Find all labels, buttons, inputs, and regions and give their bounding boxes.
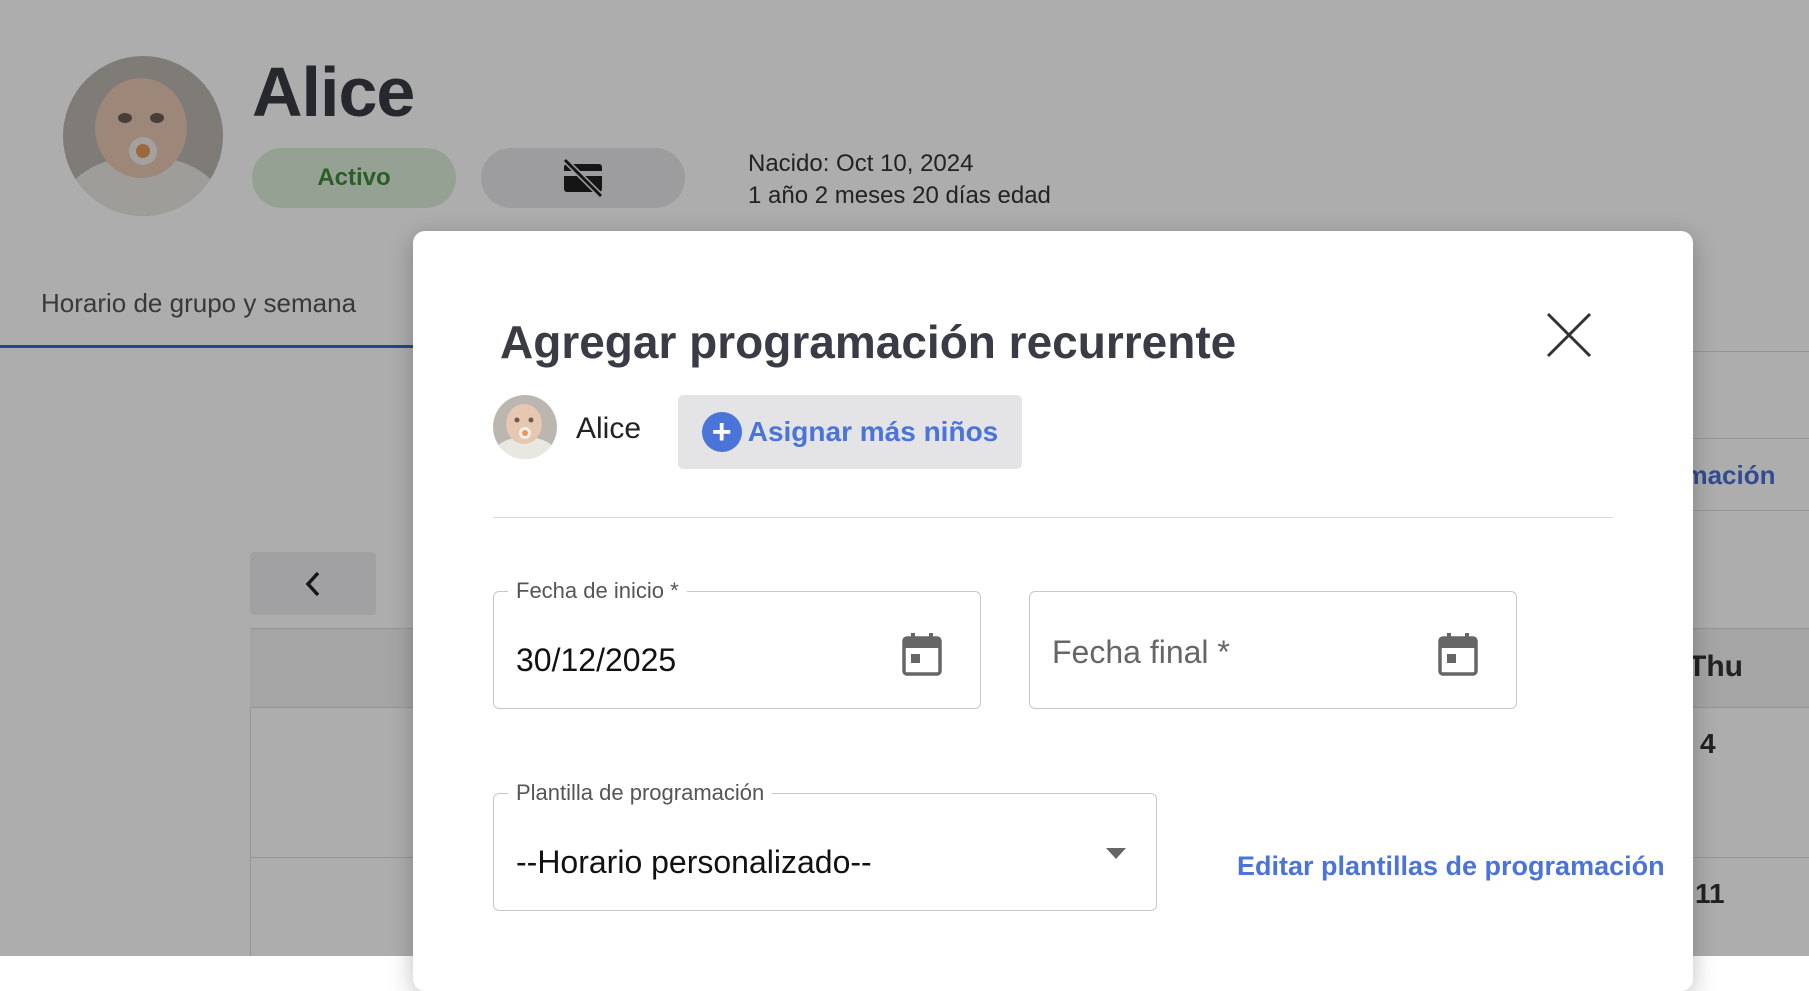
plus-circle-icon: + xyxy=(701,412,742,452)
start-date-label: Fecha de inicio * xyxy=(508,578,687,604)
recurring-schedule-dialog: Agregar programación recurrente Alice + … xyxy=(413,231,1693,991)
end-date-field[interactable]: Fecha final * xyxy=(1029,591,1517,709)
calendar-icon[interactable] xyxy=(902,632,942,676)
schedule-template-select[interactable]: Plantilla de programación --Horario pers… xyxy=(493,780,1157,911)
schedule-template-label: Plantilla de programación xyxy=(508,780,773,806)
edit-schedule-templates-link[interactable]: Editar plantillas de programación xyxy=(1237,851,1665,882)
end-date-placeholder: Fecha final * xyxy=(1052,634,1230,670)
section-divider xyxy=(493,517,1613,518)
child-avatar xyxy=(493,395,557,459)
dialog-title: Agregar programación recurrente xyxy=(500,316,1237,368)
schedule-template-value: --Horario personalizado-- xyxy=(516,844,872,880)
start-date-field[interactable]: Fecha de inicio * 30/12/2025 xyxy=(493,578,981,709)
assign-more-children-button[interactable]: + Asignar más niños xyxy=(678,395,1022,469)
calendar-icon[interactable] xyxy=(1438,632,1478,676)
close-icon xyxy=(1546,312,1592,358)
child-name: Alice xyxy=(576,412,642,445)
start-date-value: 30/12/2025 xyxy=(516,642,677,678)
dropdown-arrow-icon[interactable] xyxy=(1106,848,1126,859)
close-button[interactable] xyxy=(1545,311,1593,359)
assign-more-children-label: Asignar más niños xyxy=(747,416,999,447)
